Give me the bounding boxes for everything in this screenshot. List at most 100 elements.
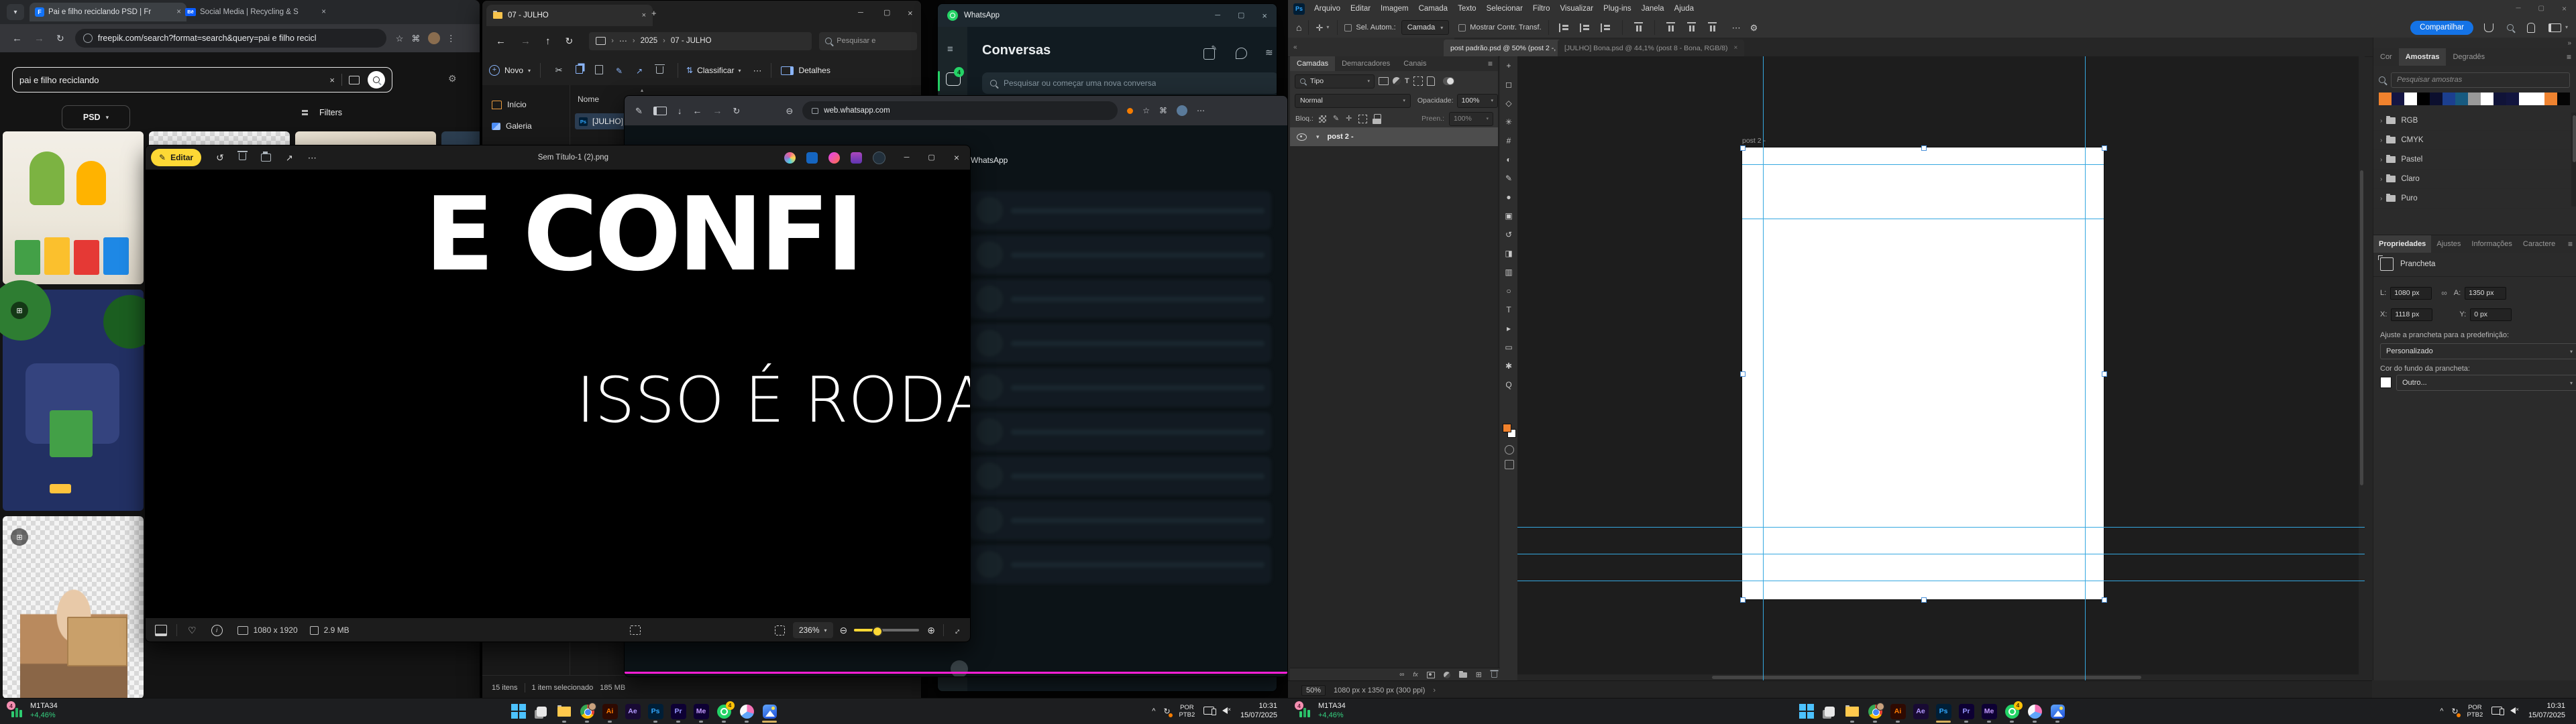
taskbar-icon-start[interactable] <box>507 699 530 723</box>
refresh-icon[interactable]: ↻ <box>566 36 574 46</box>
artboard-bg-swatch[interactable] <box>2380 377 2392 388</box>
result-thumbnail[interactable]: ⊞ <box>3 290 144 511</box>
result-thumbnail[interactable]: ⊞ <box>3 516 144 699</box>
sync-icon[interactable]: ↻ <box>2451 707 2458 716</box>
distribute-center-icon[interactable] <box>1708 22 1717 34</box>
tab-amostras[interactable]: Amostras <box>2399 48 2447 66</box>
layer-row-selected[interactable]: ▾ post 2 - <box>1290 127 1498 146</box>
filters-button[interactable]: Filters <box>295 108 342 117</box>
language-indicator[interactable]: POR PTB2 <box>2467 704 2483 719</box>
align-right-icon[interactable] <box>1601 23 1612 32</box>
maximize-icon[interactable]: ▢ <box>2538 5 2544 12</box>
align-center-icon[interactable] <box>1580 23 1591 32</box>
tab-cor[interactable]: Cor <box>2373 48 2399 66</box>
info-icon[interactable]: i <box>211 625 223 636</box>
align-top-icon[interactable] <box>1634 22 1643 34</box>
color-swatch[interactable] <box>2544 93 2557 105</box>
tab-demarcadores[interactable]: Demarcadores <box>1335 56 1397 71</box>
transform-handle[interactable] <box>1740 371 1746 377</box>
search-submit-button[interactable] <box>368 71 385 88</box>
search-icon[interactable] <box>2507 24 2514 31</box>
minimize-icon[interactable]: ─ <box>904 154 910 162</box>
delete-icon[interactable] <box>239 152 246 164</box>
stylus-icon[interactable]: ✎ <box>635 107 643 115</box>
filter-type-text-icon[interactable]: T <box>1405 77 1409 85</box>
rename-icon[interactable]: ✎ <box>609 66 629 76</box>
panel-menu-icon[interactable]: ≡ <box>2567 53 2571 61</box>
edge-menu-icon[interactable]: ⋯ <box>1197 107 1205 115</box>
taskbar-icon-start[interactable] <box>1795 699 1818 723</box>
color-swatch[interactable] <box>2430 93 2443 105</box>
taskbar-icon-taskview[interactable] <box>530 699 553 723</box>
color-swatch[interactable] <box>2468 93 2481 105</box>
reload-icon[interactable]: ↻ <box>56 34 64 43</box>
guide-vertical[interactable] <box>2085 56 2086 680</box>
close-icon[interactable]: × <box>908 9 913 17</box>
network-icon[interactable] <box>2491 707 2502 717</box>
tool-icon[interactable]: T <box>1500 300 1517 319</box>
color-swatch[interactable] <box>2392 93 2404 105</box>
status-icon[interactable] <box>1236 48 1247 59</box>
artboard[interactable] <box>1742 147 2104 599</box>
minimize-icon[interactable]: ─ <box>858 9 863 17</box>
lock-pixels-icon[interactable]: ✎ <box>1333 115 1339 123</box>
address-bar[interactable]: freepik.com/search?format=search&query=p… <box>75 29 386 48</box>
minimize-icon[interactable]: ─ <box>1215 12 1220 19</box>
share-button[interactable]: Compartilhar <box>2410 21 2473 35</box>
volume-muted-icon[interactable]: × <box>1222 707 1231 716</box>
menu-item[interactable]: Imagem <box>1381 5 1409 13</box>
home-icon[interactable]: ⌂ <box>1296 23 1301 32</box>
column-header-nome[interactable]: Nome <box>578 95 599 104</box>
tray-chevron-icon[interactable]: ^ <box>1152 707 1155 715</box>
delete-icon[interactable] <box>649 66 669 76</box>
filter-adjustment-icon[interactable] <box>1393 77 1401 85</box>
app-shortcut-icon[interactable] <box>873 152 885 164</box>
y-field[interactable]: 0 px <box>2470 308 2512 321</box>
filter-shape-icon[interactable] <box>1413 76 1423 86</box>
tab-canais[interactable]: Canais <box>1397 56 1433 71</box>
zoom-slider[interactable] <box>854 629 919 631</box>
tool-icon[interactable]: ● <box>1500 188 1517 206</box>
up-icon[interactable]: ↑ <box>545 36 551 46</box>
print-icon[interactable] <box>261 154 271 162</box>
volume-muted-icon[interactable]: × <box>2510 707 2519 716</box>
tool-icon[interactable]: ◨ <box>1500 244 1517 263</box>
clock[interactable]: 10:31 15/07/2025 <box>1240 702 1277 721</box>
menu-item[interactable]: Arquivo <box>1314 5 1340 13</box>
menu-item[interactable]: Plug-ins <box>1603 5 1631 13</box>
crumb-item[interactable]: 2025 <box>641 37 658 45</box>
taskbar-icon-chrome[interactable] <box>1864 699 1886 723</box>
foreground-color-swatch[interactable] <box>1503 424 1511 432</box>
rail-menu-icon[interactable]: ≡ <box>947 44 953 54</box>
tool-icon[interactable]: ✎ <box>1500 169 1517 188</box>
tool-icon[interactable]: ↺ <box>1500 225 1517 244</box>
taskbar-icon-whatsapp[interactable]: 4 <box>712 699 735 723</box>
zoom-in-icon[interactable]: ⊕ <box>927 625 935 635</box>
link-dimensions-icon[interactable]: ∞ <box>2441 288 2447 298</box>
zoom-out-icon[interactable]: ⊖ <box>840 625 848 635</box>
tool-icon[interactable]: ▸ <box>1500 319 1517 338</box>
details-button[interactable]: Detalhes <box>781 66 830 75</box>
chrome-menu-icon[interactable]: ⋯ <box>447 34 455 43</box>
color-swatch[interactable] <box>2532 93 2544 105</box>
sync-icon[interactable]: ↻ <box>1163 707 1170 716</box>
lock-artboard-icon[interactable] <box>1358 115 1367 123</box>
more-options-icon[interactable]: ⋯ <box>753 66 761 75</box>
taskbar-icon-paint[interactable] <box>735 699 758 723</box>
tool-icon[interactable]: + <box>1500 56 1517 75</box>
swatch-group-row[interactable]: › CMYK <box>2373 131 2571 150</box>
edge-address-bar[interactable]: web.whatsapp.com <box>802 101 1118 120</box>
opacity-field[interactable]: 100% ▾ <box>1457 94 1498 108</box>
layer-visibility-icon[interactable] <box>1297 133 1307 141</box>
favorites-icon[interactable]: ☆ <box>1142 107 1150 115</box>
share-icon[interactable]: ↗ <box>629 66 649 76</box>
color-swatch[interactable] <box>2557 93 2570 105</box>
tab-caractere[interactable]: Caractere <box>2518 235 2561 253</box>
profile-avatar[interactable] <box>428 32 440 44</box>
doc-tab-inactive[interactable]: [JULHO] Bona.psd @ 44,1% (post 8 - Bona,… <box>1558 40 1744 56</box>
guide-vertical[interactable] <box>1763 56 1764 680</box>
minimize-icon[interactable]: ─ <box>2516 5 2520 12</box>
tool-icon[interactable]: ✳ <box>1500 113 1517 131</box>
tab-degrades[interactable]: Degradês <box>2446 48 2491 66</box>
collapse-dock-icon[interactable]: « <box>1293 44 1297 51</box>
